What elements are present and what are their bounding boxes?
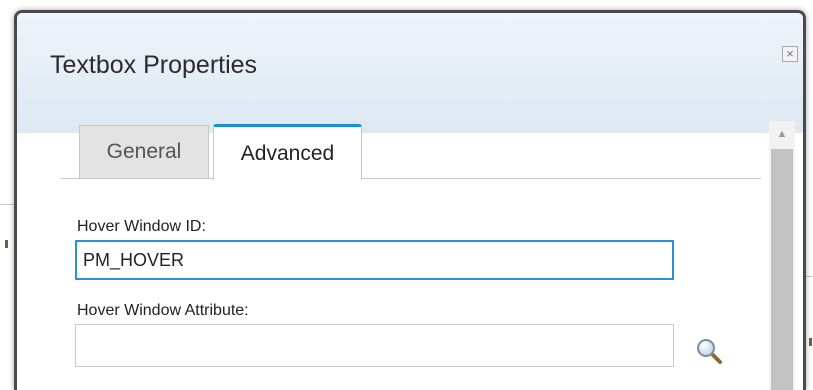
background-mark-left bbox=[5, 240, 8, 248]
hover-window-id-label: Hover Window ID: bbox=[77, 218, 206, 235]
textbox-properties-dialog: Textbox Properties × General Advanced Ho… bbox=[14, 10, 806, 390]
magnifier-icon bbox=[697, 339, 722, 364]
vertical-scrollbar[interactable]: ▲ bbox=[769, 121, 795, 390]
advanced-tab-panel: Hover Window ID: Hover Window Attribute: bbox=[61, 179, 761, 390]
tab-advanced[interactable]: Advanced bbox=[213, 124, 362, 180]
background-divider-left bbox=[0, 204, 14, 205]
dialog-title: Textbox Properties bbox=[50, 51, 258, 79]
hover-window-id-input[interactable] bbox=[75, 240, 674, 280]
scrollbar-thumb[interactable] bbox=[771, 149, 793, 390]
hover-window-attribute-input[interactable] bbox=[75, 324, 674, 367]
background-mark-right bbox=[809, 338, 812, 346]
tab-general[interactable]: General bbox=[79, 125, 209, 178]
close-button[interactable]: × bbox=[782, 46, 798, 62]
hover-window-attribute-label: Hover Window Attribute: bbox=[77, 302, 249, 319]
attribute-lookup-button[interactable] bbox=[695, 337, 723, 365]
close-icon: × bbox=[786, 46, 794, 61]
scroll-up-arrow[interactable]: ▲ bbox=[769, 121, 795, 147]
background-divider-right bbox=[806, 276, 813, 277]
